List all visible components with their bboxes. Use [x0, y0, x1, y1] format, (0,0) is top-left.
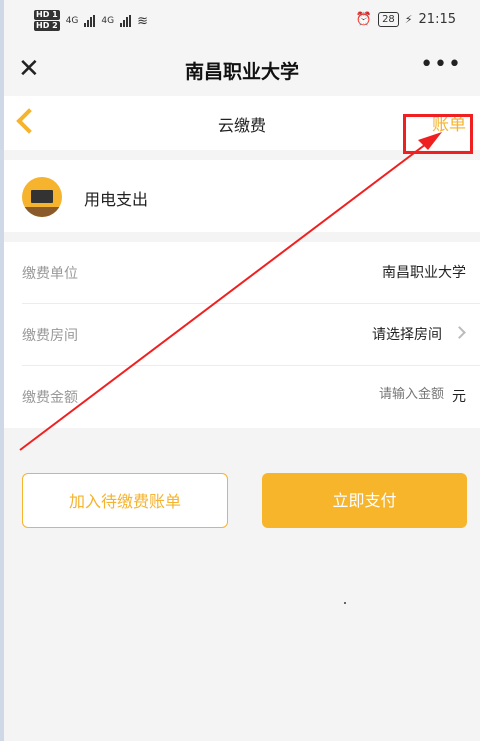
dot-mark	[344, 602, 346, 604]
annotation-arrow	[19, 132, 442, 451]
annotation-arrow-line	[19, 140, 431, 451]
